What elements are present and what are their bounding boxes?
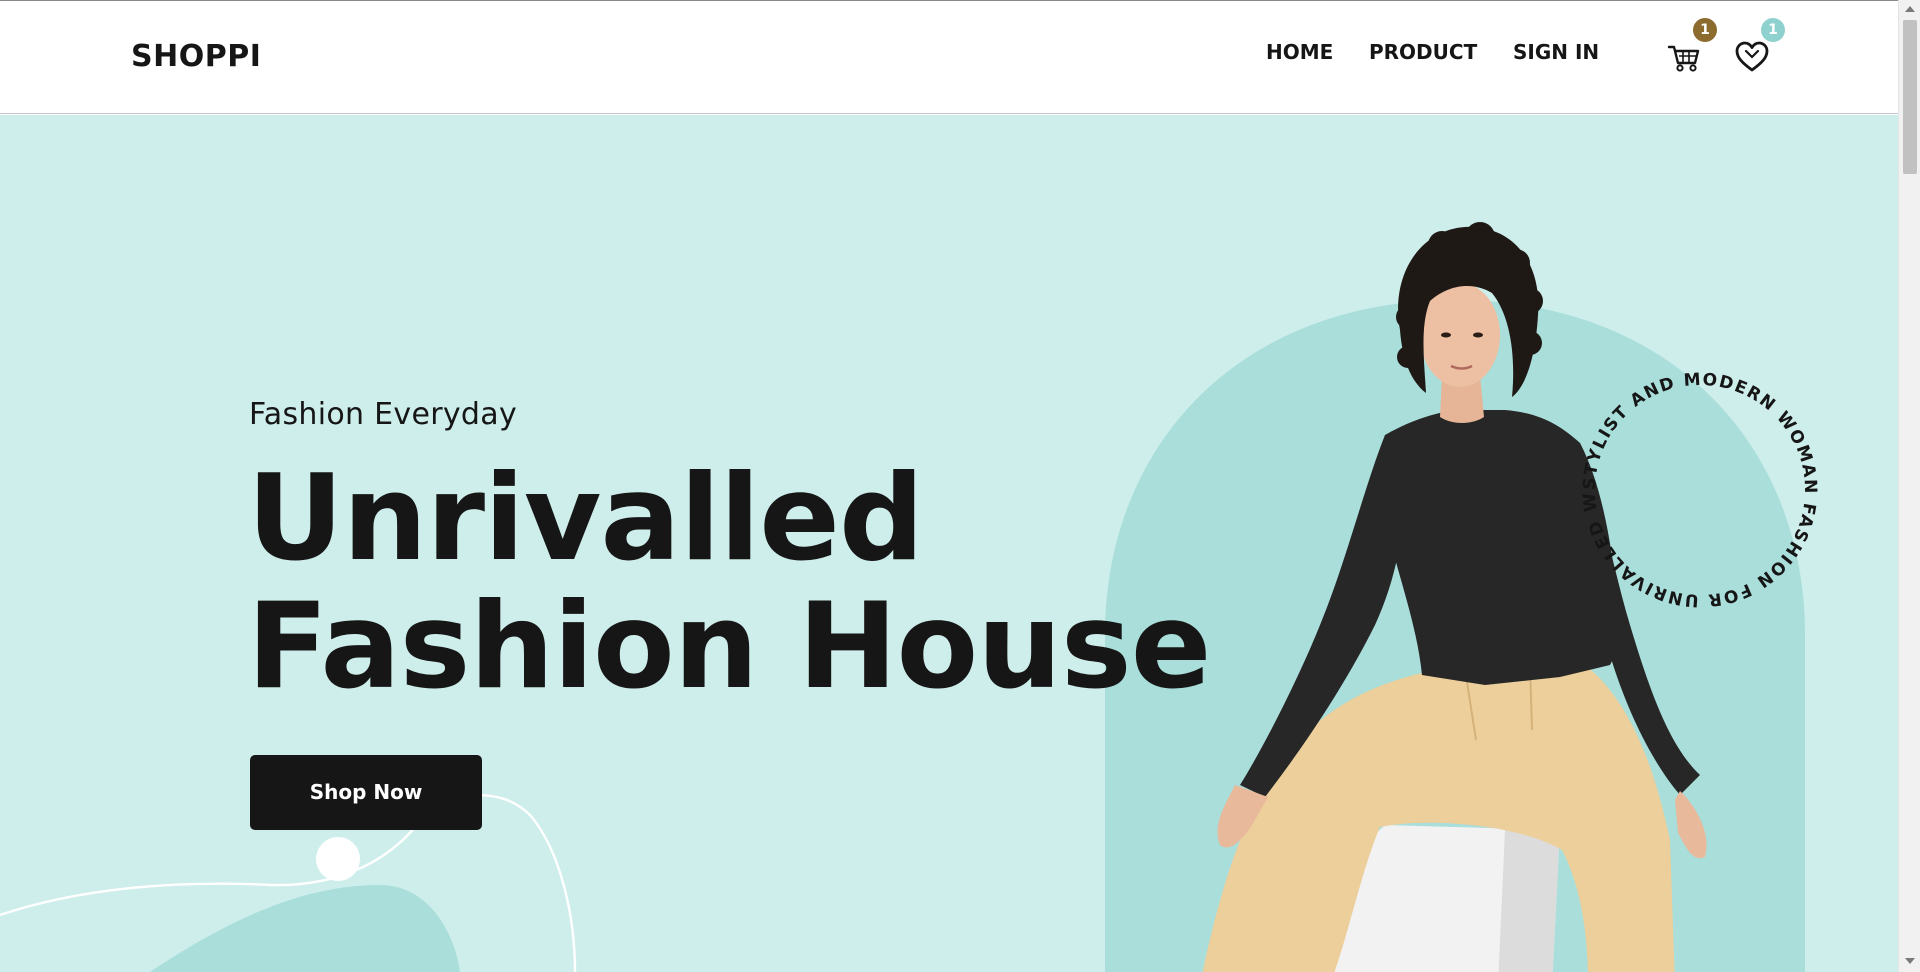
page: SHOPPI HOME PRODUCT SIGN IN 1 1 Fashion … [0, 0, 1898, 972]
brand-logo[interactable]: SHOPPI [131, 39, 261, 74]
nav-product[interactable]: PRODUCT [1369, 40, 1477, 64]
nav-sign-in[interactable]: SIGN IN [1513, 40, 1599, 64]
heart-icon[interactable] [1732, 37, 1772, 77]
svg-text:STYLIST AND MODERN WOMAN FASHI: STYLIST AND MODERN WOMAN FASHION FOR UNR… [1560, 350, 1820, 610]
scroll-up-arrow-icon[interactable] [1905, 6, 1915, 12]
cart-icon[interactable] [1664, 37, 1704, 77]
cart-count-badge: 1 [1693, 18, 1717, 42]
hero-eyebrow: Fashion Everyday [249, 397, 518, 432]
site-header: SHOPPI HOME PRODUCT SIGN IN 1 1 [0, 1, 1898, 114]
hero-banner: Fashion Everyday Unrivalled Fashion Hous… [0, 115, 1898, 972]
nav-home[interactable]: HOME [1266, 40, 1333, 64]
circular-slogan: STYLIST AND MODERN WOMAN FASHION FOR UNR… [1560, 350, 1820, 610]
circular-slogan-text: STYLIST AND MODERN WOMAN FASHION FOR UNR… [1560, 350, 1819, 610]
shop-now-button[interactable]: Shop Now [250, 755, 482, 830]
page-scrollbar[interactable] [1898, 0, 1920, 972]
scroll-down-arrow-icon[interactable] [1905, 958, 1915, 964]
hero-headline-line-2: Fashion House [247, 578, 1211, 716]
wishlist-count-badge: 1 [1761, 18, 1785, 42]
hero-curve-dot [316, 837, 360, 881]
hero-headline: Unrivalled Fashion House [247, 450, 1211, 716]
hero-headline-line-1: Unrivalled [247, 450, 924, 588]
scroll-thumb[interactable] [1903, 20, 1917, 174]
